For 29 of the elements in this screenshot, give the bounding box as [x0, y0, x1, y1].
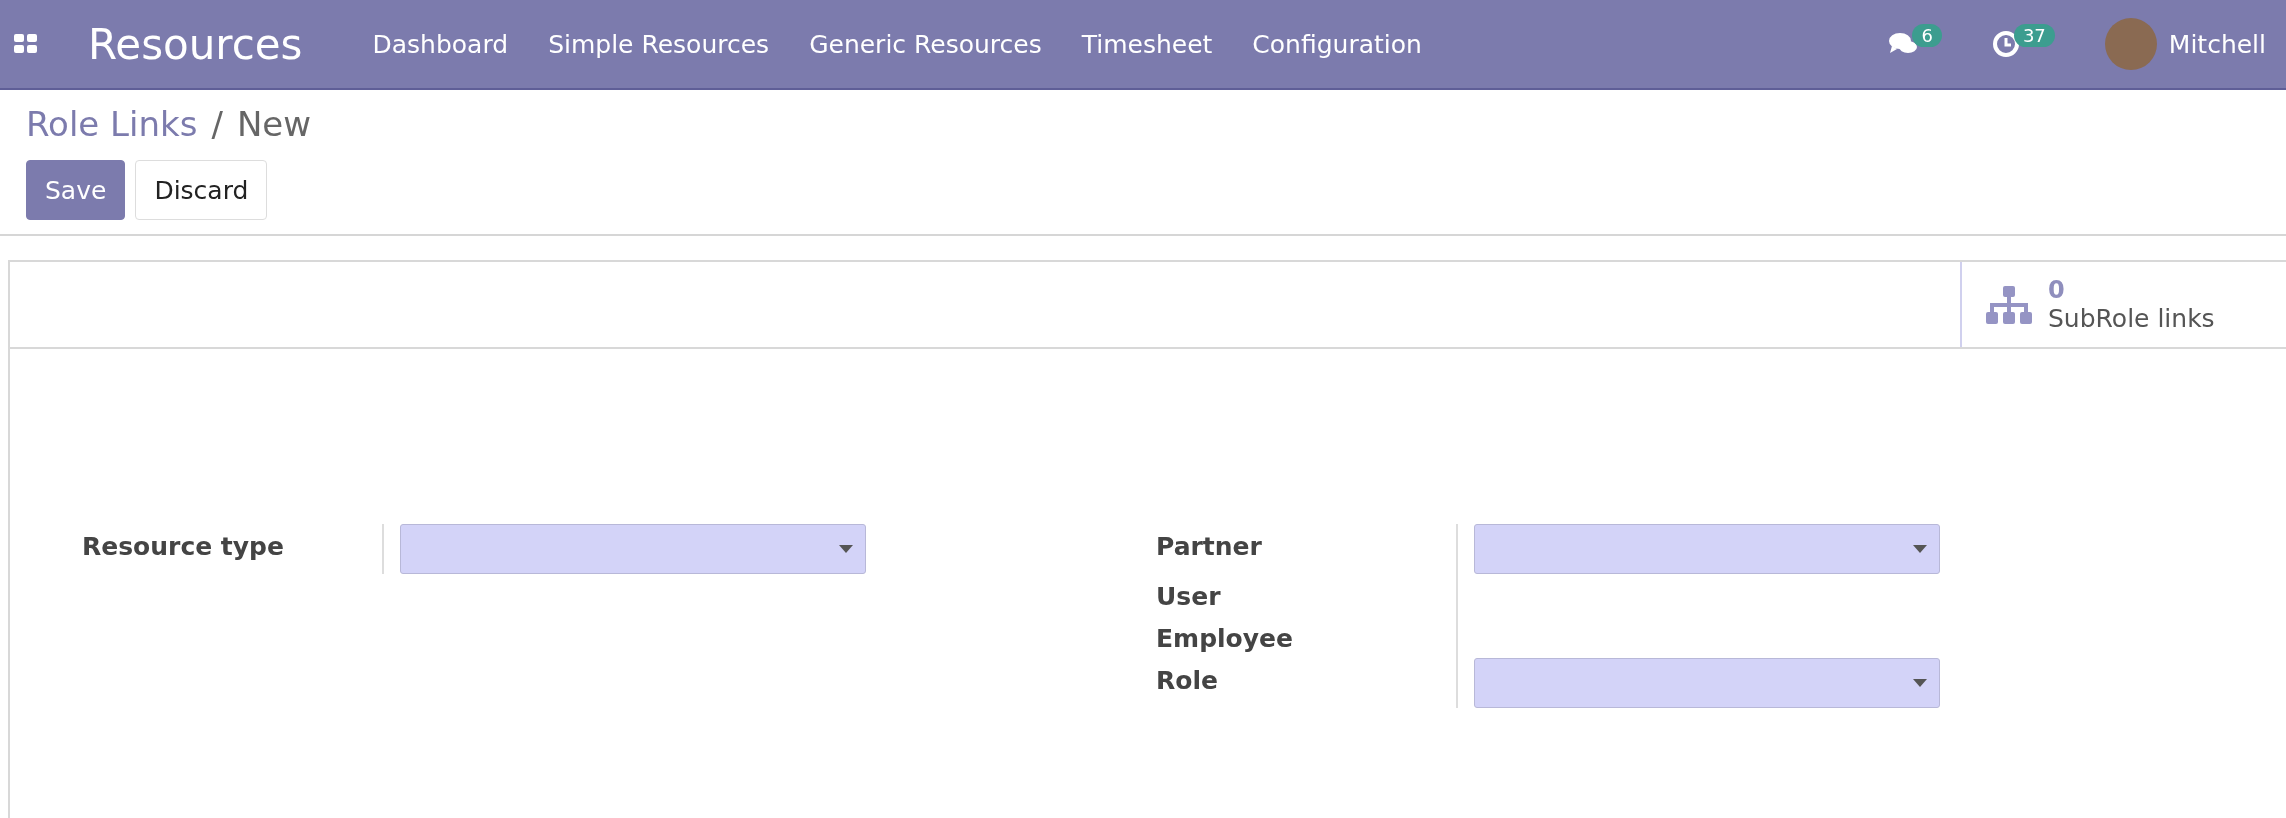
caret-icon — [1913, 545, 1927, 553]
field-label: Partner — [1156, 531, 1263, 563]
breadcrumb-current: New — [236, 104, 312, 144]
breadcrumb-separator: / — [211, 104, 223, 144]
hierarchy-icon — [1986, 285, 2032, 324]
discard-button[interactable]: Discard — [135, 160, 268, 220]
menu-item[interactable]: Dashboard — [372, 29, 509, 59]
save-button[interactable]: Save — [26, 160, 126, 220]
caret-icon — [839, 545, 853, 553]
app-title: Resources — [88, 19, 303, 69]
activity-count-badge: 37 — [2013, 23, 2055, 47]
menu-item[interactable]: Simple Resources — [548, 29, 770, 59]
menu-item[interactable]: Generic Resources — [809, 29, 1042, 59]
dropdown-field[interactable] — [1474, 658, 1940, 708]
field-label: Role — [1156, 665, 1219, 697]
user-name[interactable]: Mitchell — [2168, 29, 2266, 59]
field-label: Employee — [1156, 623, 1294, 655]
breadcrumb-link[interactable]: Role Links — [26, 104, 198, 144]
user-avatar[interactable] — [2104, 18, 2157, 70]
caret-icon — [1913, 679, 1927, 687]
menu-item[interactable]: Configuration — [1252, 29, 1422, 59]
message-count-badge: 6 — [1912, 23, 1942, 47]
dropdown-field[interactable] — [400, 524, 866, 574]
dropdown-field[interactable] — [1474, 524, 1940, 574]
apps-menu-icon[interactable] — [14, 34, 38, 54]
field-label: User — [1156, 581, 1222, 613]
field-label: Resource type — [82, 531, 285, 563]
clock-icon[interactable] — [1991, 30, 2020, 58]
menu-item[interactable]: Timesheet — [1081, 29, 1213, 59]
